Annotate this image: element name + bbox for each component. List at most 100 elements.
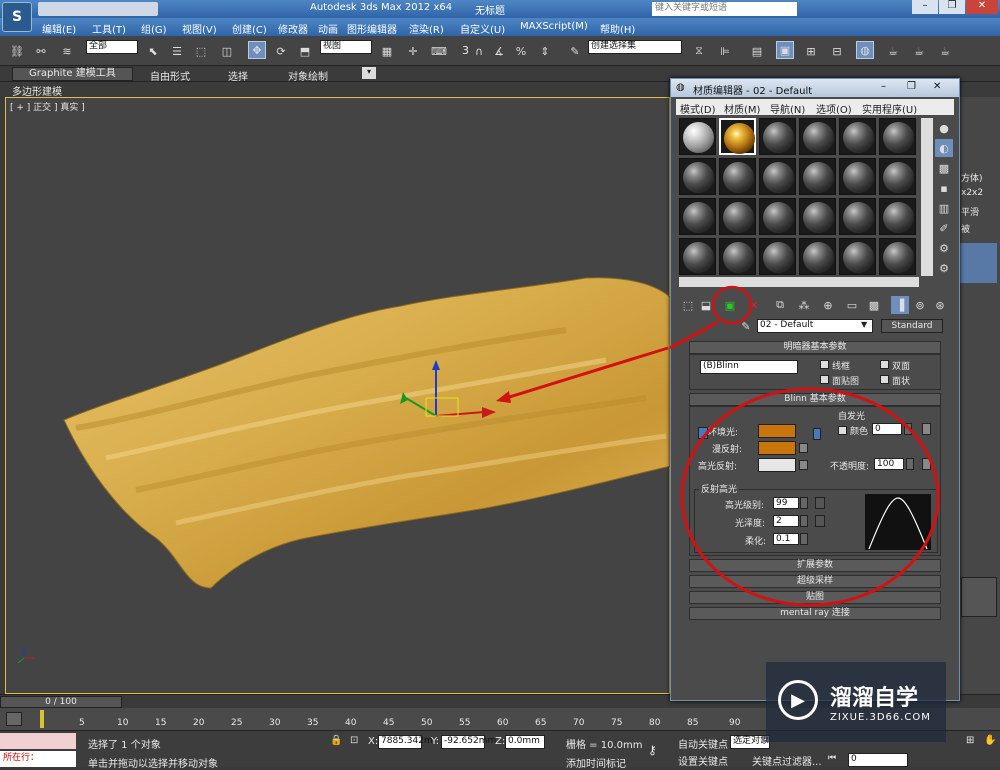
opacity-spinner[interactable] [906, 458, 914, 470]
window-crossing-icon[interactable]: ◫ [218, 42, 236, 60]
specular-map-button[interactable] [799, 460, 808, 470]
slots-vscroll[interactable] [921, 118, 933, 276]
opacity-value[interactable]: 100 [874, 458, 904, 470]
maxscript-listener[interactable] [0, 733, 76, 749]
y-coord-field[interactable]: -92.652mm [441, 735, 496, 749]
graphite-toggle-icon[interactable]: ▣ [776, 41, 794, 59]
rotate-icon[interactable]: ⟳ [272, 42, 290, 60]
abs-mode-icon[interactable]: ⊡ [350, 735, 358, 746]
rect-region-icon[interactable]: ⬚ [192, 42, 210, 60]
maxscript-mini[interactable]: 所在行： [0, 751, 76, 767]
dlg-menu-material[interactable]: 材质(M) [724, 101, 760, 116]
spinner-snap-icon[interactable]: ⇕ [536, 42, 554, 60]
sample-slot[interactable] [879, 238, 916, 275]
keyboard-shortcut-icon[interactable]: ⌨ [430, 42, 448, 60]
unlink-icon[interactable]: ⚯ [32, 42, 50, 60]
menu-animation[interactable]: 动画 [318, 21, 338, 36]
supersampling-rollout[interactable]: 超级采样 [689, 575, 941, 588]
search-input[interactable]: 键入关键字或短语 [652, 2, 797, 16]
backlight-icon[interactable]: ◐ [935, 139, 953, 157]
link-icon[interactable]: ⛓ [8, 42, 26, 60]
show-map-icon[interactable]: ▩ [865, 296, 883, 314]
shader-dropdown[interactable]: (B)Blinn [700, 360, 798, 374]
add-time-tag[interactable]: 添加时间标记 [566, 755, 626, 770]
uv-tiling-icon[interactable]: ▪ [935, 179, 953, 197]
self-illum-map-button[interactable] [922, 423, 931, 435]
menu-help[interactable]: 帮助(H) [600, 21, 635, 36]
lock-selection-icon[interactable]: 🔒 [330, 735, 342, 746]
menu-rendering[interactable]: 渲染(R) [409, 21, 444, 36]
mirror-icon[interactable]: ⧖ [690, 42, 708, 60]
sample-slot[interactable] [799, 158, 836, 195]
time-config-icon[interactable] [6, 712, 22, 726]
pivot-icon[interactable]: ▦ [378, 42, 396, 60]
menu-graph-editors[interactable]: 图形编辑器 [347, 21, 397, 36]
snap-icon[interactable]: ∩ [470, 42, 488, 60]
pan-icon[interactable]: ✋ [984, 735, 996, 746]
app-logo[interactable]: S [2, 2, 32, 32]
sample-slot[interactable] [799, 198, 836, 235]
select-by-material-icon[interactable]: ⚙ [935, 259, 953, 277]
move-icon[interactable]: ✥ [248, 41, 266, 59]
selected-dropdown[interactable]: 选定对象 [730, 735, 770, 749]
make-unique-icon[interactable]: ⁂ [795, 296, 813, 314]
scale-icon[interactable]: ⬒ [296, 42, 314, 60]
ambient-map-button[interactable] [813, 428, 821, 440]
sample-slot[interactable] [799, 238, 836, 275]
face-map-checkbox[interactable] [820, 375, 829, 384]
bind-spacewarp-icon[interactable]: ≋ [58, 42, 76, 60]
spec-level-spinner[interactable] [800, 497, 808, 509]
sample-slot[interactable] [839, 118, 876, 155]
self-illum-spinner[interactable] [904, 423, 912, 435]
show-end-result-icon[interactable]: ▐ [891, 296, 909, 314]
sample-slot[interactable] [839, 158, 876, 195]
sample-slot[interactable] [839, 198, 876, 235]
maps-rollout[interactable]: 贴图 [689, 591, 941, 604]
specular-swatch[interactable] [758, 458, 796, 472]
put-to-library-icon[interactable]: ⊕ [819, 296, 837, 314]
background-icon[interactable]: ▩ [935, 159, 953, 177]
spec-level-value[interactable]: 99 [773, 497, 799, 509]
lock-button[interactable] [698, 427, 708, 439]
extended-params-rollout[interactable]: 扩展参数 [689, 559, 941, 572]
faceted-checkbox[interactable] [880, 375, 889, 384]
glossiness-map-button[interactable] [815, 515, 825, 527]
sample-slot[interactable] [879, 158, 916, 195]
sample-slot[interactable] [719, 238, 756, 275]
render-production-icon[interactable]: ☕ [936, 42, 954, 60]
assign-to-selection-icon[interactable]: ▣ [721, 296, 739, 314]
layer-manager-icon[interactable]: ▤ [748, 42, 766, 60]
rendered-frame-icon[interactable]: ☕ [910, 42, 928, 60]
opacity-map-button[interactable] [922, 458, 931, 470]
auto-key-button[interactable]: 自动关键点 [678, 736, 728, 751]
menu-maxscript[interactable]: MAXScript(M) [520, 21, 588, 32]
perspective-viewport[interactable]: [ + ] 正交 ] 真实 ] [5, 97, 671, 694]
named-selection-dropdown[interactable]: 创建选择集 [588, 40, 682, 54]
key-filter-button[interactable]: 关键点过滤器... [752, 753, 822, 768]
wire-checkbox[interactable] [820, 360, 829, 369]
sample-slot[interactable] [759, 198, 796, 235]
time-slider-thumb[interactable]: 0 / 100 [0, 696, 122, 708]
modifier-stack[interactable] [959, 243, 997, 283]
sample-slot[interactable] [759, 238, 796, 275]
diffuse-map-button[interactable] [799, 443, 808, 453]
sample-slot[interactable] [759, 118, 796, 155]
sample-slot[interactable] [679, 198, 716, 235]
ref-coord-dropdown[interactable]: 视图 [320, 40, 372, 54]
tab-object-paint[interactable]: 对象绘制 [288, 68, 328, 83]
sample-type-icon[interactable]: ● [935, 119, 953, 137]
menu-views[interactable]: 视图(V) [182, 21, 217, 36]
material-editor-icon[interactable]: ◍ [856, 41, 874, 59]
key-icon[interactable]: ⚷ [648, 743, 657, 757]
sample-slot-active[interactable] [719, 118, 756, 155]
snap-3-label[interactable]: 3 [462, 44, 469, 57]
sample-slot[interactable] [759, 158, 796, 195]
soften-spinner[interactable] [800, 533, 808, 545]
zoom-extents-icon[interactable]: ⊞ [966, 735, 974, 746]
menu-create[interactable]: 创建(C) [232, 21, 267, 36]
sample-slot[interactable] [679, 158, 716, 195]
video-color-icon[interactable]: ▥ [935, 199, 953, 217]
slots-hscroll[interactable] [679, 277, 919, 287]
schematic-view-icon[interactable]: ⊟ [828, 42, 846, 60]
select-object-icon[interactable]: ⬉ [144, 42, 162, 60]
